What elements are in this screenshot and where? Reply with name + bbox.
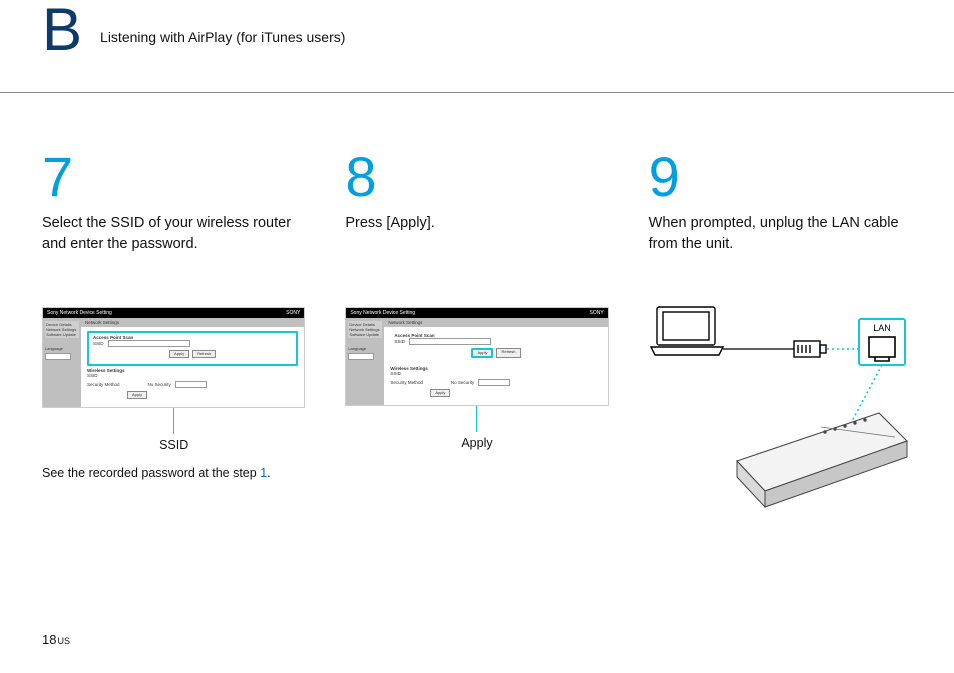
callout-line <box>476 406 477 432</box>
language-label: Language <box>45 346 79 351</box>
lan-label: LAN <box>873 323 891 333</box>
window-titlebar: Sony Network Device Setting SONY <box>346 308 607 318</box>
security-no-label: No Security <box>148 382 171 387</box>
brand-logo: SONY <box>589 310 603 316</box>
step7-mock: Sony Network Device Setting SONY Device … <box>42 307 305 480</box>
callout-line <box>173 408 174 434</box>
sidebar-item: Software Update <box>46 332 78 337</box>
apply-button-2: Apply <box>127 391 147 399</box>
settings-sidebar: Device Details Network Settings Software… <box>346 318 384 405</box>
settings-window: Sony Network Device Setting SONY Device … <box>345 307 608 406</box>
ssid-label: SSID <box>394 339 405 344</box>
ssid-input <box>108 340 190 347</box>
callout-label-apply: Apply <box>345 436 608 450</box>
security-select <box>175 381 207 388</box>
step9-illustration: LAN <box>649 301 912 501</box>
window-titlebar: Sony Network Device Setting SONY <box>43 308 304 318</box>
tab-title: Network Settings <box>81 318 304 327</box>
step-9: 9 When prompted, unplug the LAN cable fr… <box>649 149 912 501</box>
manual-page: B Listening with AirPlay (for iTunes use… <box>0 0 954 673</box>
ssid-input <box>409 338 491 345</box>
step7-note: See the recorded password at the step 1. <box>42 466 305 480</box>
security-method-label: Security Method <box>390 380 423 385</box>
page-number: 18 <box>42 632 56 647</box>
sidebar-item: Software Update <box>349 332 381 337</box>
step-7: 7 Select the SSID of your wireless route… <box>42 149 305 501</box>
callout-label-ssid: SSID <box>42 438 305 452</box>
speaker-icon <box>737 413 907 507</box>
step-text: When prompted, unplug the LAN cable from… <box>649 213 912 257</box>
settings-window: Sony Network Device Setting SONY Device … <box>42 307 305 408</box>
note-suffix: . <box>267 466 270 480</box>
window-title: Sony Network Device Setting <box>47 310 112 316</box>
page-region: US <box>57 636 70 646</box>
refresh-button-mock: Refresh <box>192 350 216 358</box>
wifi-ssid-label: SSID <box>390 371 401 376</box>
wifi-ssid-label: SSID <box>87 373 98 378</box>
step-number: 9 <box>649 149 912 205</box>
language-label: Language <box>348 346 382 351</box>
step-text: Select the SSID of your wireless router … <box>42 213 305 257</box>
step-number: 8 <box>345 149 608 205</box>
security-no-label: No Security <box>451 380 474 385</box>
ssid-highlight: Access Point Scan SSID Apply Refresh <box>87 331 298 366</box>
rj45-plug-icon <box>794 341 826 357</box>
page-footer: 18US <box>42 632 70 647</box>
apply-button-mock: Apply <box>169 350 189 358</box>
step-8: 8 Press [Apply]. Sony Network Device Set… <box>345 149 608 501</box>
step-number: 7 <box>42 149 305 205</box>
tab-title: Network Settings <box>384 318 607 327</box>
security-method-label: Security Method <box>87 382 120 387</box>
divider <box>0 92 954 93</box>
step-text: Press [Apply]. <box>345 213 608 257</box>
settings-sidebar: Device Details Network Settings Software… <box>43 318 81 407</box>
ssid-label: SSID <box>93 341 104 346</box>
section-letter: B <box>42 0 82 60</box>
language-select <box>348 353 374 360</box>
section-header: B Listening with AirPlay (for iTunes use… <box>42 0 912 60</box>
window-title: Sony Network Device Setting <box>350 310 415 316</box>
brand-logo: SONY <box>286 310 300 316</box>
note-prefix: See the recorded password at the step <box>42 466 260 480</box>
section-title: Listening with AirPlay (for iTunes users… <box>100 29 345 45</box>
apply-button-highlight: Apply <box>471 348 493 358</box>
lan-port-icon: LAN <box>859 319 905 365</box>
steps-row: 7 Select the SSID of your wireless route… <box>42 149 912 501</box>
refresh-button-mock: Refresh <box>496 348 520 358</box>
step8-mock: Sony Network Device Setting SONY Device … <box>345 307 608 450</box>
security-select <box>478 379 510 386</box>
laptop-icon <box>651 307 723 355</box>
apply-button-2: Apply <box>430 389 450 397</box>
lan-diagram-svg: LAN <box>649 301 929 511</box>
language-select <box>45 353 71 360</box>
dotted-connection-2 <box>852 365 882 421</box>
